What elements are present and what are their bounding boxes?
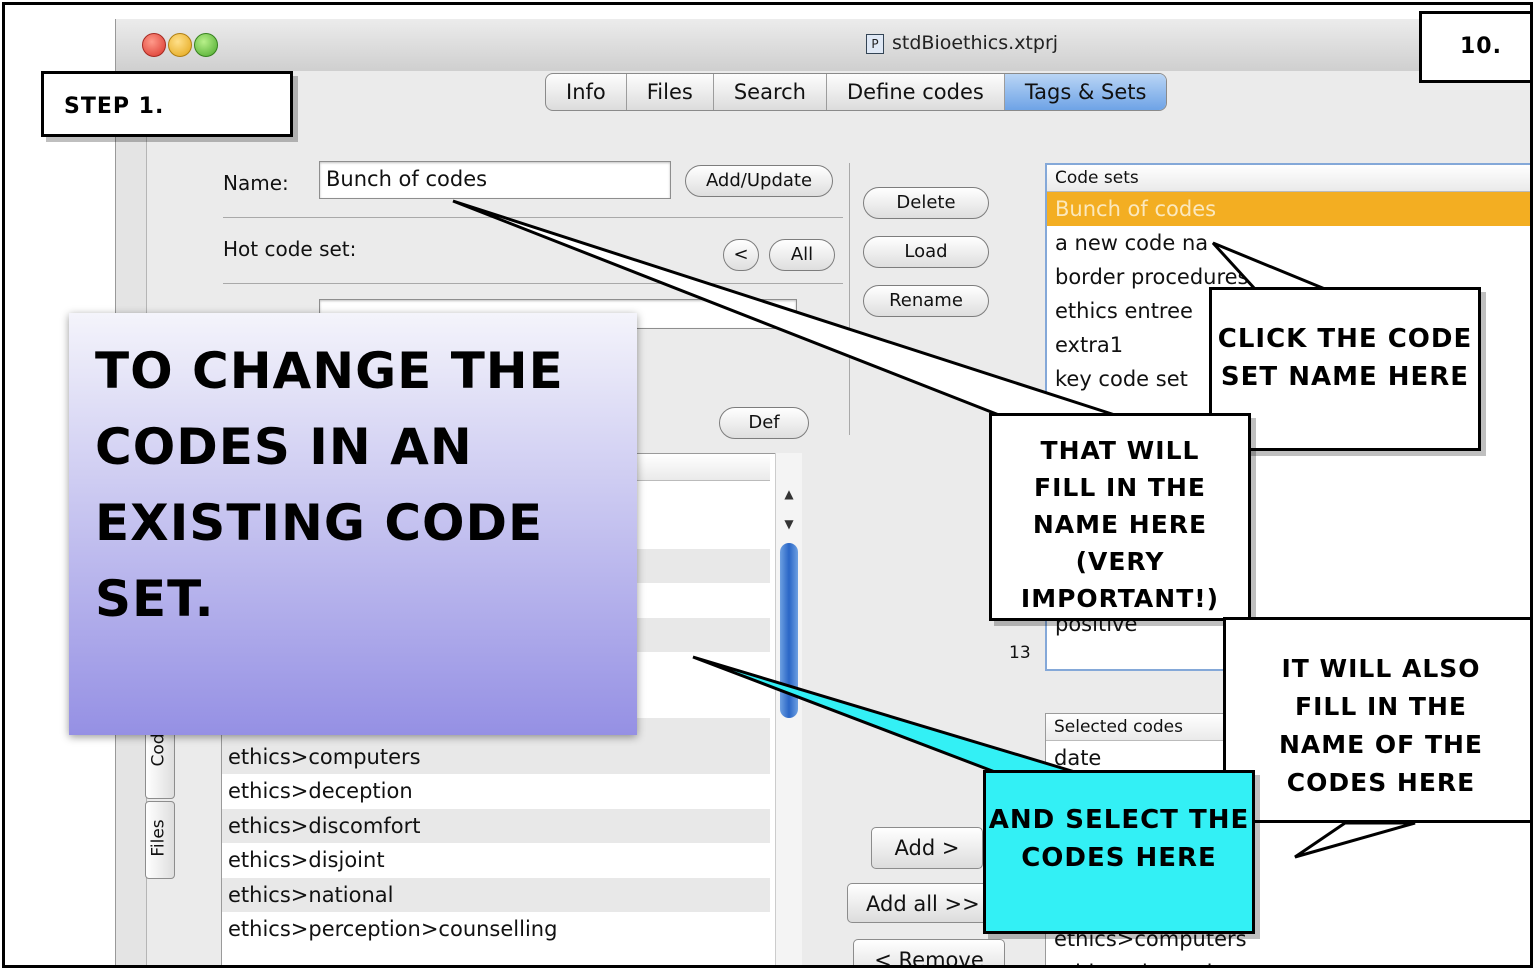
step-label: STEP 1.: [41, 71, 293, 137]
pointer-selected-codes: [1294, 821, 1416, 859]
callout-fill-codes: It will also fill in the name of the cod…: [1223, 617, 1530, 823]
main-instruction: To change the codes in an existing code …: [69, 313, 637, 735]
callout-select-codes: And select the codes here: [983, 770, 1255, 934]
pointer-codes-list: [692, 655, 1076, 774]
page-number: 10.: [1419, 11, 1530, 83]
callout-fill-name: That will fill in the name here (very im…: [989, 413, 1251, 621]
comic-frame: PstdBioethics.xtprj Info Files Search De…: [2, 2, 1533, 968]
pointer-code-sets: [1211, 241, 1326, 291]
